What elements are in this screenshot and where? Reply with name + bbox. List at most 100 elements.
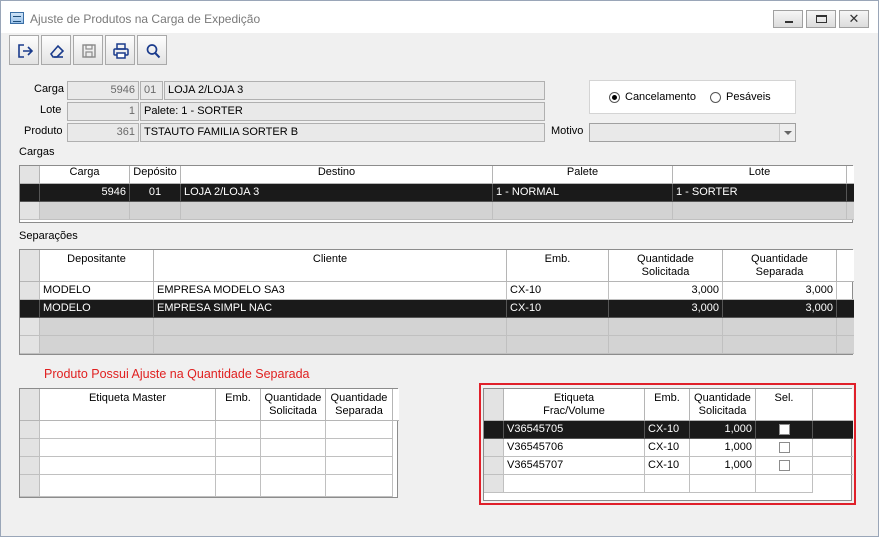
close-icon: ✕ [848, 11, 860, 26]
row-filler [847, 202, 854, 220]
table-cell [723, 336, 837, 354]
cancelamento-radio[interactable]: Cancelamento [609, 91, 696, 103]
table-cell [261, 475, 326, 497]
eraser-icon [49, 44, 65, 58]
sep-col-qtd-solicitada[interactable]: Quantidade Solicitada [609, 250, 723, 282]
table-cell: EMPRESA MODELO SA3 [154, 282, 507, 300]
sep-col-emb[interactable]: Emb. [507, 250, 609, 282]
motivo-select[interactable] [589, 123, 796, 142]
table-row[interactable]: MODELO EMPRESA MODELO SA3 CX-10 3,000 3,… [20, 282, 854, 300]
master-col-qtd-separada[interactable]: Quantidade Separada [326, 389, 393, 421]
print-button[interactable] [105, 35, 135, 65]
table-row-empty [20, 202, 854, 220]
table-cell [609, 318, 723, 336]
search-button[interactable] [137, 35, 167, 65]
table-cell: CX-10 [507, 282, 609, 300]
table-cell: CX-10 [507, 300, 609, 318]
separacoes-grid: Depositante Cliente Emb. Quantidade Soli… [19, 249, 854, 355]
minimize-button[interactable] [773, 10, 803, 28]
app-icon [10, 12, 24, 24]
table-cell [326, 439, 393, 457]
table-cell: 3,000 [609, 282, 723, 300]
table-cell [723, 318, 837, 336]
table-cell [673, 202, 847, 220]
exit-button[interactable] [9, 35, 39, 65]
table-cell [40, 475, 216, 497]
cargas-col-deposito[interactable]: Depósito [130, 166, 181, 184]
adjustment-warning: Produto Possui Ajuste na Quantidade Sepa… [44, 367, 310, 381]
row-indicator [20, 282, 40, 300]
row-filler [837, 336, 854, 354]
table-cell [261, 421, 326, 439]
lote-desc-field[interactable]: Palete: 1 - SORTER [140, 102, 545, 121]
cargas-col-lote[interactable]: Lote [673, 166, 847, 184]
table-cell [326, 475, 393, 497]
table-cell [507, 336, 609, 354]
pesaveis-radio[interactable]: Pesáveis [710, 91, 771, 103]
highlight-box [479, 383, 856, 505]
clear-button[interactable] [41, 35, 71, 65]
table-cell [40, 202, 130, 220]
row-indicator-header [20, 166, 40, 184]
table-cell: LOJA 2/LOJA 3 [181, 184, 493, 202]
cargas-col-palete[interactable]: Palete [493, 166, 673, 184]
table-cell [40, 439, 216, 457]
table-cell [40, 457, 216, 475]
radio-checked-icon [609, 91, 620, 103]
produto-desc-field[interactable]: TSTAUTO FAMILIA SORTER B [140, 123, 545, 142]
table-cell [261, 439, 326, 457]
carga-deposit-field[interactable]: 01 [140, 81, 163, 100]
window-title: Ajuste de Produtos na Carga de Expedição [30, 12, 261, 26]
maximize-button[interactable] [806, 10, 836, 28]
exit-icon [18, 44, 34, 58]
row-indicator [20, 439, 40, 457]
row-indicator [20, 184, 40, 202]
row-indicator [20, 475, 40, 497]
separacoes-section-label: Separações [19, 230, 78, 242]
table-cell: 3,000 [723, 282, 837, 300]
header-filler [837, 250, 854, 282]
sep-col-cliente[interactable]: Cliente [154, 250, 507, 282]
table-cell [181, 202, 493, 220]
title-bar: Ajuste de Produtos na Carga de Expedição… [1, 1, 878, 33]
carga-number-field[interactable]: 5946 [67, 81, 139, 100]
row-filler [837, 300, 854, 318]
row-filler [837, 282, 854, 300]
table-cell [261, 457, 326, 475]
table-cell [216, 421, 261, 439]
table-row[interactable]: 5946 01 LOJA 2/LOJA 3 1 - NORMAL 1 - SOR… [20, 184, 854, 202]
lote-number-field[interactable]: 1 [67, 102, 139, 121]
table-cell: 01 [130, 184, 181, 202]
row-indicator [20, 202, 40, 220]
master-col-etiqueta[interactable]: Etiqueta Master [40, 389, 216, 421]
table-row[interactable]: MODELO EMPRESA SIMPL NAC CX-10 3,000 3,0… [20, 300, 854, 318]
master-col-emb[interactable]: Emb. [216, 389, 261, 421]
save-button[interactable] [73, 35, 103, 65]
row-filler [847, 184, 854, 202]
table-cell: 3,000 [609, 300, 723, 318]
save-icon [82, 44, 96, 58]
carga-name-field[interactable]: LOJA 2/LOJA 3 [164, 81, 545, 100]
table-cell [216, 439, 261, 457]
table-cell [40, 336, 154, 354]
chevron-down-icon[interactable] [779, 124, 795, 141]
minimize-icon [785, 21, 793, 23]
lote-label: Lote [40, 104, 62, 116]
row-indicator-header [20, 250, 40, 282]
row-filler [837, 318, 854, 336]
sep-col-qtd-separada[interactable]: Quantidade Separada [723, 250, 837, 282]
sep-col-depositante[interactable]: Depositante [40, 250, 154, 282]
table-cell [493, 202, 673, 220]
maximize-icon [816, 15, 827, 23]
row-indicator [20, 336, 40, 354]
table-row-empty [20, 318, 854, 336]
etiqueta-master-grid: Etiqueta Master Emb. Quantidade Solicita… [19, 388, 399, 498]
close-button[interactable]: ✕ [839, 10, 869, 28]
motivo-label: Motivo [551, 125, 584, 137]
master-col-qtd-solicitada[interactable]: Quantidade Solicitada [261, 389, 326, 421]
cargas-col-carga[interactable]: Carga [40, 166, 130, 184]
header-filler [393, 389, 399, 421]
row-indicator [20, 300, 40, 318]
produto-number-field[interactable]: 361 [67, 123, 139, 142]
cargas-col-destino[interactable]: Destino [181, 166, 493, 184]
